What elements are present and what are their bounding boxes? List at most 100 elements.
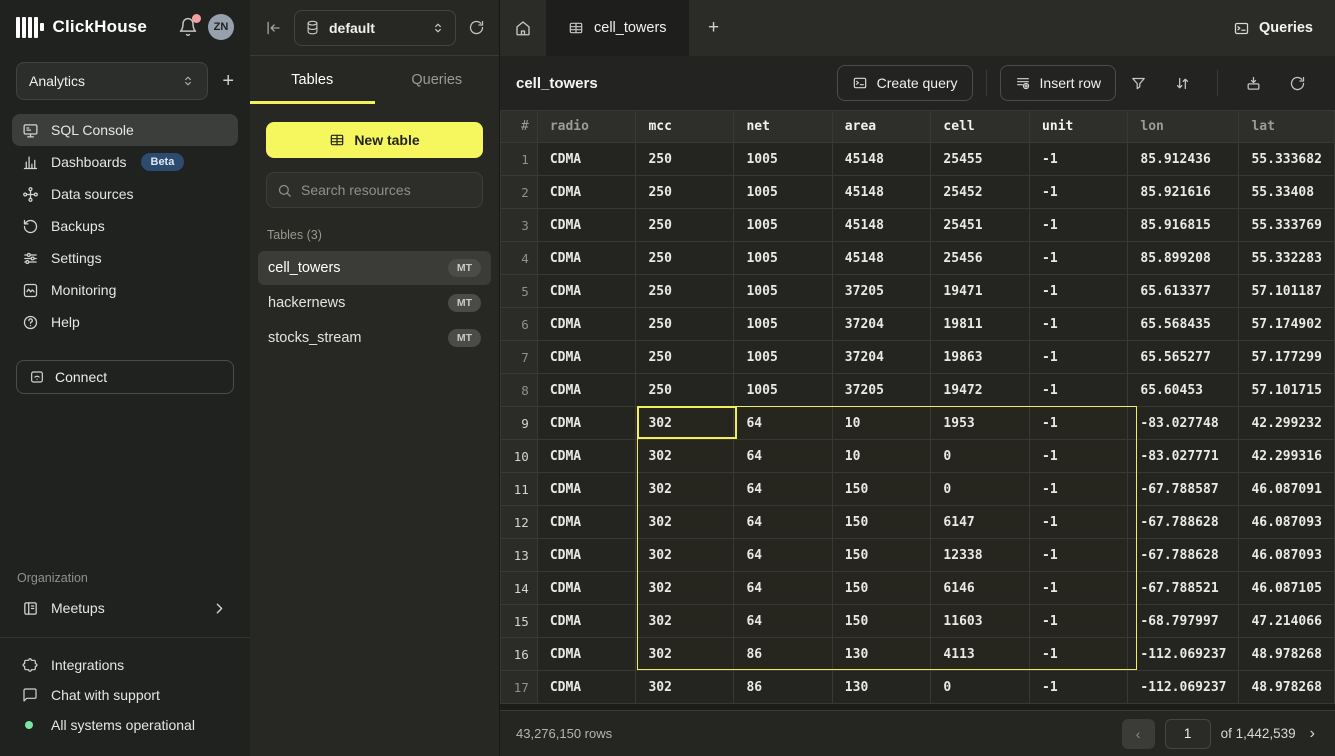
cell-lon-r13[interactable]: -67.788628 [1128, 539, 1239, 572]
sidebar-item-settings[interactable]: Settings [12, 242, 238, 274]
next-page-button[interactable]: › [1306, 725, 1319, 743]
home-icon[interactable] [500, 0, 546, 56]
org-item-meetups[interactable]: Meetups [12, 591, 238, 625]
cell-lon-r10[interactable]: -83.027771 [1128, 440, 1239, 473]
cell-unit-r11[interactable]: -1 [1030, 473, 1128, 506]
cell-lon-r1[interactable]: 85.912436 [1128, 143, 1239, 176]
sidebar-item-backups[interactable]: Backups [12, 210, 238, 242]
cell-cell-r6[interactable]: 19811 [931, 308, 1030, 341]
cell-cell-r9[interactable]: 1953 [931, 407, 1030, 440]
cell-unit-r3[interactable]: -1 [1030, 209, 1128, 242]
cell-mcc-r8[interactable]: 250 [636, 374, 734, 407]
cell-cell-r2[interactable]: 25452 [931, 176, 1030, 209]
cell-area-r1[interactable]: 45148 [832, 143, 931, 176]
cell-area-r7[interactable]: 37204 [832, 341, 931, 374]
cell-lon-r11[interactable]: -67.788587 [1128, 473, 1239, 506]
row-number[interactable]: 12 [501, 506, 538, 539]
cell-cell-r7[interactable]: 19863 [931, 341, 1030, 374]
cell-radio-r7[interactable]: CDMA [537, 341, 636, 374]
cell-lon-r15[interactable]: -68.797997 [1128, 605, 1239, 638]
add-workspace-button[interactable]: + [222, 71, 234, 91]
cell-lat-r8[interactable]: 57.101715 [1239, 374, 1335, 407]
cell-lon-r2[interactable]: 85.921616 [1128, 176, 1239, 209]
cell-lat-r5[interactable]: 57.101187 [1239, 275, 1335, 308]
cell-radio-r6[interactable]: CDMA [537, 308, 636, 341]
sidebar-item-data-sources[interactable]: Data sources [12, 178, 238, 210]
cell-mcc-r6[interactable]: 250 [636, 308, 734, 341]
row-number[interactable]: 15 [501, 605, 538, 638]
insert-row-button[interactable]: Insert row [1000, 65, 1116, 101]
cell-lat-r7[interactable]: 57.177299 [1239, 341, 1335, 374]
cell-lon-r8[interactable]: 65.60453 [1128, 374, 1239, 407]
cell-mcc-r15[interactable]: 302 [636, 605, 734, 638]
cell-radio-r2[interactable]: CDMA [537, 176, 636, 209]
cell-radio-r13[interactable]: CDMA [537, 539, 636, 572]
cell-area-r5[interactable]: 37205 [832, 275, 931, 308]
cell-area-r6[interactable]: 37204 [832, 308, 931, 341]
row-number[interactable]: 14 [501, 572, 538, 605]
cell-lat-r13[interactable]: 46.087093 [1239, 539, 1335, 572]
cell-cell-r14[interactable]: 6146 [931, 572, 1030, 605]
cell-lat-r1[interactable]: 55.333682 [1239, 143, 1335, 176]
cell-net-r16[interactable]: 86 [734, 638, 832, 671]
explorer-tab-queries[interactable]: Queries [375, 56, 500, 104]
cell-area-r12[interactable]: 150 [832, 506, 931, 539]
sort-icon[interactable] [1165, 66, 1199, 100]
cell-unit-r15[interactable]: -1 [1030, 605, 1128, 638]
cell-radio-r5[interactable]: CDMA [537, 275, 636, 308]
cell-lon-r4[interactable]: 85.899208 [1128, 242, 1239, 275]
cell-unit-r10[interactable]: -1 [1030, 440, 1128, 473]
cell-radio-r17[interactable]: CDMA [537, 671, 636, 704]
cell-radio-r4[interactable]: CDMA [537, 242, 636, 275]
cell-mcc-r7[interactable]: 250 [636, 341, 734, 374]
cell-unit-r2[interactable]: -1 [1030, 176, 1128, 209]
cell-net-r6[interactable]: 1005 [734, 308, 832, 341]
row-number[interactable]: 2 [501, 176, 538, 209]
cell-area-r9[interactable]: 10 [832, 407, 931, 440]
cell-radio-r3[interactable]: CDMA [537, 209, 636, 242]
column-header-unit[interactable]: unit [1030, 111, 1128, 143]
row-number[interactable]: 17 [501, 671, 538, 704]
cell-lat-r6[interactable]: 57.174902 [1239, 308, 1335, 341]
cell-net-r7[interactable]: 1005 [734, 341, 832, 374]
cell-net-r9[interactable]: 64 [734, 407, 832, 440]
row-number[interactable]: 5 [501, 275, 538, 308]
cell-lat-r10[interactable]: 42.299316 [1239, 440, 1335, 473]
cell-area-r17[interactable]: 130 [832, 671, 931, 704]
connect-button[interactable]: Connect [16, 360, 234, 394]
row-number[interactable]: 11 [501, 473, 538, 506]
cell-unit-r5[interactable]: -1 [1030, 275, 1128, 308]
cell-area-r15[interactable]: 150 [832, 605, 931, 638]
system-status[interactable]: All systems operational [22, 710, 228, 740]
new-tab-button[interactable]: + [689, 0, 739, 56]
cell-cell-r16[interactable]: 4113 [931, 638, 1030, 671]
cell-radio-r10[interactable]: CDMA [537, 440, 636, 473]
cell-cell-r4[interactable]: 25456 [931, 242, 1030, 275]
cell-mcc-r4[interactable]: 250 [636, 242, 734, 275]
footer-item-integrations[interactable]: Integrations [22, 650, 228, 680]
cell-area-r8[interactable]: 37205 [832, 374, 931, 407]
database-selector[interactable]: default [294, 10, 456, 46]
sidebar-item-sql-console[interactable]: SQL Console [12, 114, 238, 146]
row-number[interactable]: 13 [501, 539, 538, 572]
cell-unit-r9[interactable]: -1 [1030, 407, 1128, 440]
table-list-item-cell-towers[interactable]: cell_towersMT [258, 251, 491, 285]
row-number[interactable]: 6 [501, 308, 538, 341]
cell-cell-r3[interactable]: 25451 [931, 209, 1030, 242]
cell-mcc-r10[interactable]: 302 [636, 440, 734, 473]
cell-unit-r4[interactable]: -1 [1030, 242, 1128, 275]
cell-lat-r3[interactable]: 55.333769 [1239, 209, 1335, 242]
cell-cell-r1[interactable]: 25455 [931, 143, 1030, 176]
cell-cell-r15[interactable]: 11603 [931, 605, 1030, 638]
cell-radio-r15[interactable]: CDMA [537, 605, 636, 638]
cell-unit-r6[interactable]: -1 [1030, 308, 1128, 341]
queries-button[interactable]: Queries [1233, 0, 1335, 56]
cell-mcc-r11[interactable]: 302 [636, 473, 734, 506]
cell-lon-r6[interactable]: 65.568435 [1128, 308, 1239, 341]
cell-unit-r14[interactable]: -1 [1030, 572, 1128, 605]
cell-unit-r7[interactable]: -1 [1030, 341, 1128, 374]
column-header-lon[interactable]: lon [1128, 111, 1239, 143]
cell-area-r14[interactable]: 150 [832, 572, 931, 605]
cell-cell-r12[interactable]: 6147 [931, 506, 1030, 539]
row-number[interactable]: 4 [501, 242, 538, 275]
